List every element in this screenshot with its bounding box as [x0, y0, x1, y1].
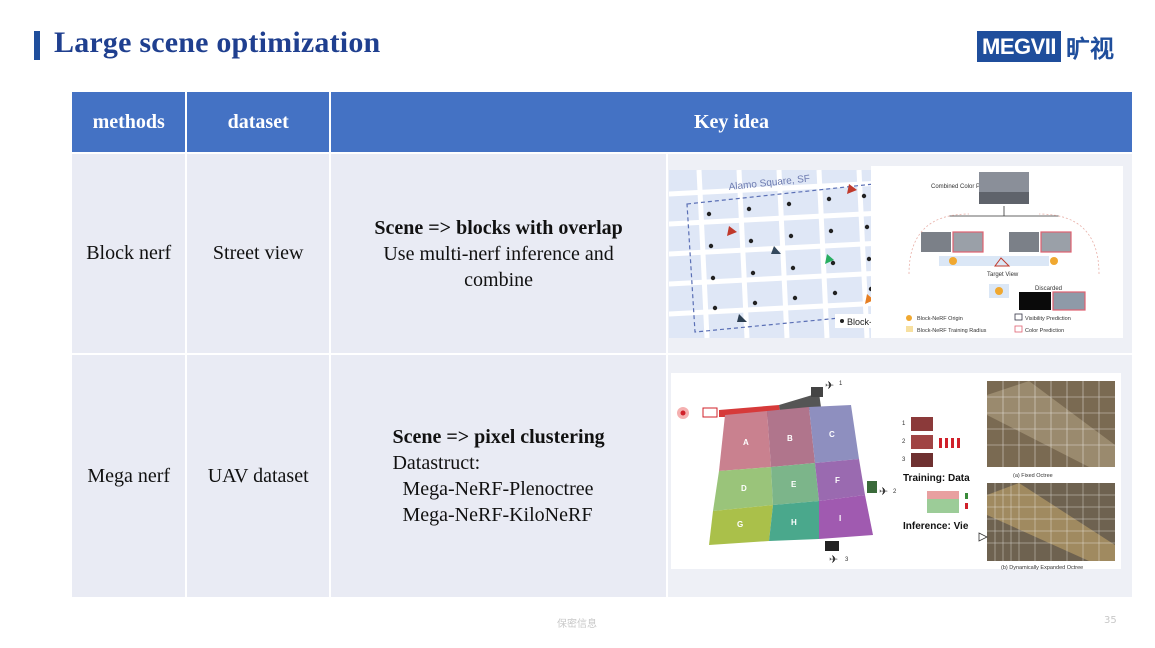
page-number: 35 [1104, 615, 1117, 626]
footer-text: 保密信息 [557, 619, 597, 630]
key-idea-text: Scene => pixel clustering Datastruct: Me… [392, 424, 604, 528]
svg-text:B: B [787, 434, 793, 443]
training-image [911, 435, 934, 449]
camera-icon [811, 387, 824, 397]
legend-item: Color Prediction [1025, 328, 1064, 334]
block-nerf-figure-cell: Alamo Square, SF Block-NeRF Combined Col… [668, 154, 1132, 353]
block-view-image [1040, 231, 1072, 253]
block-nerf-figure: Alamo Square, SF Block-NeRF Combined Col… [668, 166, 1124, 339]
mega-nerf-figure-cell: A B C D E F G H I ✈ 1 ✈ 2 ✈ 3 1 2 3 Trai… [668, 355, 1132, 597]
header-methods: methods [72, 92, 186, 152]
legend-item: Block-NeRF Training Radius [917, 328, 987, 334]
cell-region [815, 459, 866, 501]
block-view-image [1009, 232, 1040, 252]
svg-text:F: F [835, 476, 840, 485]
svg-text:A: A [743, 438, 749, 447]
fixed-octree-caption: (a) Fixed Octree [1013, 473, 1053, 479]
training-image [911, 417, 934, 431]
idea-line: Datastruct: [392, 452, 481, 474]
discarded-image [1052, 291, 1086, 311]
header-key-idea: Key idea [330, 92, 1132, 152]
key-idea-cell: Scene => pixel clustering Datastruct: Me… [330, 355, 667, 597]
idea-line: Use multi-nerf inference and [383, 242, 614, 265]
idea-line: combine [464, 268, 534, 291]
block-origin-marker [949, 257, 958, 265]
svg-text:G: G [737, 520, 743, 529]
training-image [911, 453, 934, 467]
svg-text:✈: ✈ [829, 554, 838, 566]
svg-text:E: E [791, 480, 797, 489]
camera-icon [825, 541, 840, 551]
target-view-label: Target View [987, 272, 1019, 278]
method-cell: Block nerf [72, 154, 186, 353]
idea-title: Scene => blocks with overlap [374, 216, 623, 239]
svg-text:✈: ✈ [825, 380, 834, 392]
key-idea-text: Scene => blocks with overlap Use multi-n… [331, 215, 666, 293]
svg-text:✈: ✈ [879, 486, 888, 498]
ray-origin [680, 410, 686, 416]
svg-text:D: D [741, 484, 747, 493]
comparison-table: methods dataset Key idea Block nerf Stre… [70, 90, 1134, 599]
map-legend-dot [840, 319, 845, 323]
block-view-image [921, 232, 952, 252]
expanded-octree-caption: (b) Dynamically Expanded Octree [1001, 565, 1083, 571]
block-origin-marker [995, 287, 1004, 295]
discarded-label: Discarded [1035, 286, 1062, 292]
training-label: Training: Data [903, 473, 970, 484]
block-view-image [952, 231, 984, 253]
table-header-row: methods dataset Key idea [72, 92, 1132, 152]
logo-text: MEGVII [977, 31, 1062, 62]
key-idea-cell: Scene => blocks with overlap Use multi-n… [330, 154, 667, 353]
dataset-cell: UAV dataset [187, 355, 329, 597]
svg-text:C: C [829, 430, 835, 439]
slide-title: Large scene optimization [54, 26, 381, 59]
inference-label: Inference: Vie [903, 521, 969, 532]
block-origin-marker [1050, 257, 1059, 265]
dataset-cell: Street view [187, 154, 329, 353]
svg-text:I: I [839, 514, 841, 523]
legend-item: Visibility Prediction [1025, 316, 1071, 322]
megvii-logo: MEGVII 旷视 [977, 31, 1115, 63]
mega-nerf-figure: A B C D E F G H I ✈ 1 ✈ 2 ✈ 3 1 2 3 Trai… [671, 373, 1122, 571]
title-accent-bar [34, 31, 40, 60]
idea-line: Mega-NeRF-Plenoctree [402, 478, 594, 500]
logo-chinese: 旷视 [1066, 35, 1115, 63]
table-row: Block nerf Street view Scene => blocks w… [72, 154, 1132, 353]
header-dataset: dataset [187, 92, 329, 152]
method-cell: Mega nerf [72, 355, 186, 597]
table-row: Mega nerf UAV dataset Scene => pixel clu… [72, 355, 1132, 597]
cell-region [819, 495, 874, 539]
idea-title: Scene => pixel clustering [392, 426, 605, 448]
discarded-image [1019, 292, 1052, 310]
legend-item: Block-NeRF Origin [917, 316, 963, 322]
svg-text:H: H [791, 518, 797, 527]
idea-line: Mega-NeRF-KiloNeRF [402, 504, 593, 526]
camera-icon [867, 481, 878, 493]
